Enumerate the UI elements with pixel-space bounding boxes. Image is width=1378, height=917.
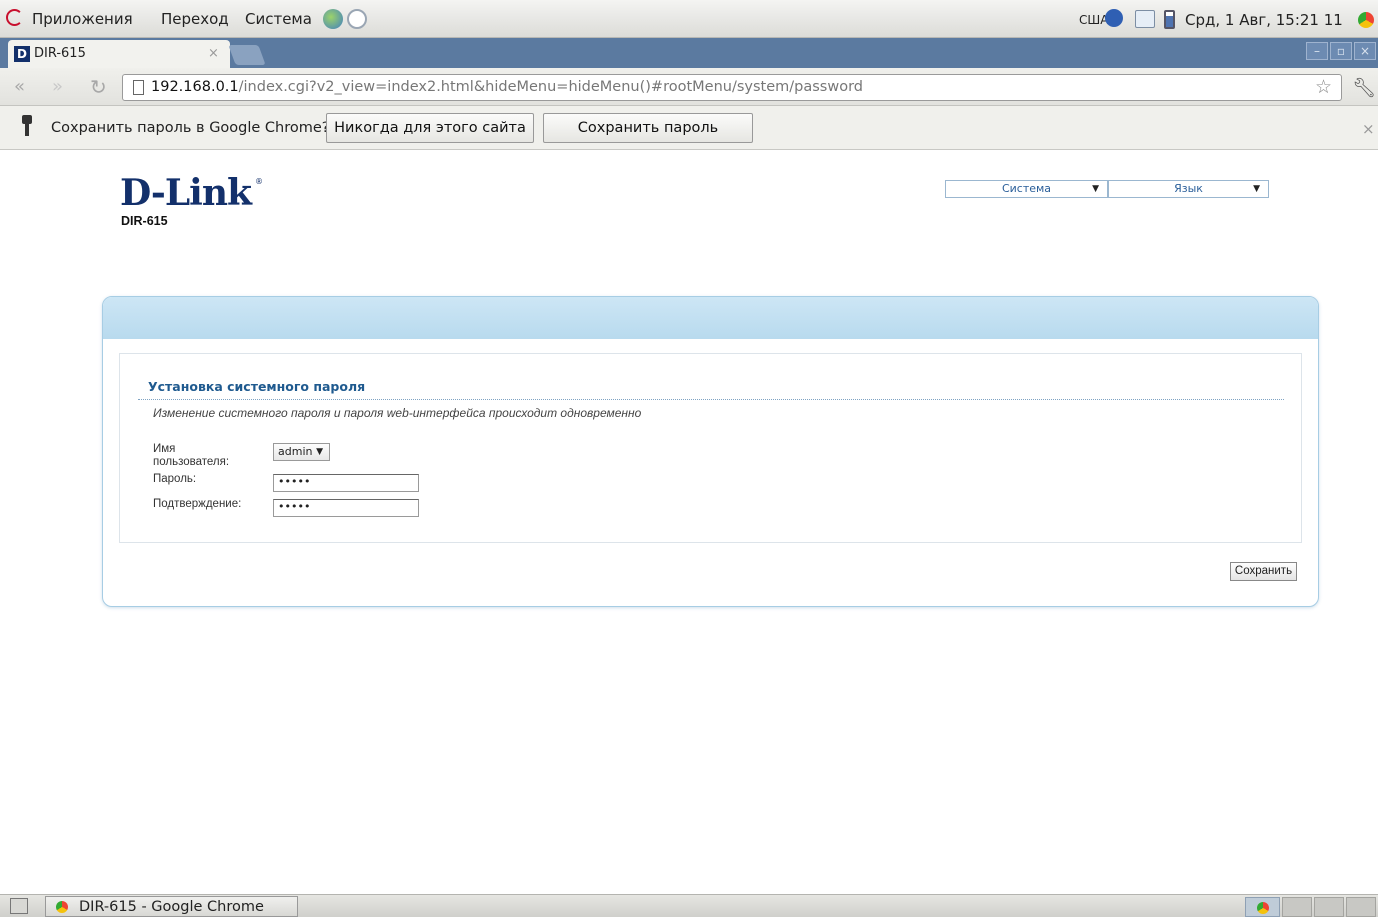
- chevron-down-icon: ▼: [316, 447, 323, 457]
- confirm-input[interactable]: •••••: [273, 499, 419, 517]
- page-icon: [133, 80, 144, 95]
- web-browser-icon[interactable]: [323, 9, 343, 29]
- dlink-favicon-icon: D: [14, 46, 30, 62]
- back-arrow-icon[interactable]: «: [14, 76, 25, 97]
- username-select[interactable]: admin ▼: [273, 443, 330, 461]
- network-icon[interactable]: [1135, 10, 1155, 28]
- username-label-line2: пользователя:: [153, 456, 230, 468]
- language-menu-label: Язык: [1174, 182, 1203, 195]
- keyboard-layout-indicator[interactable]: США: [1079, 13, 1108, 27]
- menu-system[interactable]: Система: [245, 10, 312, 28]
- router-model: DIR-615: [121, 214, 168, 228]
- system-menu-dropdown[interactable]: Система ▼: [945, 180, 1108, 198]
- chrome-icon: [1257, 902, 1269, 914]
- bookmark-star-icon[interactable]: ☆: [1315, 76, 1332, 98]
- mail-client-icon[interactable]: [347, 9, 367, 29]
- url-path: /index.cgi?v2_view=index2.html&hideMenu=…: [238, 79, 863, 95]
- minimize-button[interactable]: –: [1306, 42, 1328, 60]
- password-input[interactable]: •••••: [273, 474, 419, 492]
- tab-title: DIR-615: [34, 46, 86, 61]
- clock[interactable]: Срд, 1 Авг, 15:21 11: [1185, 11, 1343, 29]
- section-title: Установка системного пароля: [148, 379, 366, 394]
- section-divider: [138, 399, 1284, 400]
- dlink-logo: D-Link: [120, 172, 252, 214]
- show-desktop-icon[interactable]: [10, 898, 28, 914]
- address-bar[interactable]: 192.168.0.1/index.cgi?v2_view=index2.htm…: [122, 74, 1342, 101]
- forward-arrow-icon[interactable]: »: [52, 76, 63, 97]
- taskbar-window-chrome[interactable]: DIR-615 - Google Chrome: [45, 896, 298, 917]
- chevron-down-icon: ▼: [1253, 184, 1260, 194]
- debian-logo-icon[interactable]: [6, 9, 23, 26]
- language-menu-dropdown[interactable]: Язык ▼: [1108, 180, 1269, 198]
- save-button[interactable]: Сохранить: [1230, 562, 1297, 581]
- workspace-3[interactable]: [1314, 897, 1344, 917]
- bluetooth-icon[interactable]: [1105, 9, 1123, 27]
- chrome-tray-icon[interactable]: [1358, 12, 1374, 28]
- username-label-line1: Имя: [153, 443, 176, 455]
- workspace-2[interactable]: [1282, 897, 1312, 917]
- confirm-label: Подтверждение:: [153, 498, 242, 510]
- workspace-1[interactable]: [1245, 897, 1280, 917]
- taskbar-window-title: DIR-615 - Google Chrome: [79, 899, 264, 915]
- url-text: 192.168.0.1/index.cgi?v2_view=index2.htm…: [151, 79, 863, 95]
- infobar-close-icon[interactable]: ×: [1362, 120, 1375, 138]
- username-value: admin: [278, 445, 313, 458]
- url-host: 192.168.0.1: [151, 79, 239, 95]
- tab-dir-615[interactable]: D DIR-615 ×: [8, 40, 230, 68]
- section-description: Изменение системного пароля и пароля web…: [153, 406, 642, 420]
- tab-close-icon[interactable]: ×: [208, 46, 219, 61]
- chrome-icon: [56, 901, 68, 913]
- battery-icon[interactable]: [1164, 10, 1175, 29]
- password-label: Пароль:: [153, 473, 197, 485]
- menu-places[interactable]: Переход: [161, 10, 229, 28]
- menu-applications[interactable]: Приложения: [32, 10, 133, 28]
- never-for-this-site-button[interactable]: Никогда для этого сайта: [326, 113, 534, 143]
- infobar-message: Сохранить пароль в Google Chrome?: [51, 120, 330, 136]
- wrench-icon[interactable]: 🔧︎: [1352, 76, 1376, 99]
- chevron-down-icon: ▼: [1092, 184, 1099, 194]
- key-icon: [22, 115, 32, 137]
- save-password-button[interactable]: Сохранить пароль: [543, 113, 753, 143]
- panel-header: [103, 297, 1318, 339]
- system-menu-label: Система: [1001, 182, 1052, 195]
- reload-icon[interactable]: ↻: [90, 75, 107, 99]
- workspace-4[interactable]: [1346, 897, 1376, 917]
- close-window-button[interactable]: ×: [1354, 42, 1376, 60]
- restore-button[interactable]: ▫: [1330, 42, 1352, 60]
- registered-mark: ®: [255, 177, 263, 186]
